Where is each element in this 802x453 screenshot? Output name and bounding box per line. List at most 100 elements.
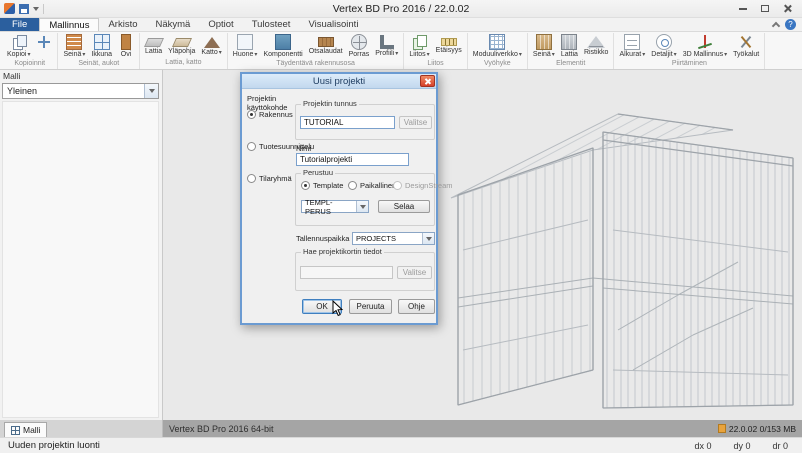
radio-designstream[interactable]: DesignStream	[393, 181, 453, 190]
collapse-ribbon-icon[interactable]	[772, 21, 780, 29]
ribbon-button-lattia[interactable]: Lattia	[144, 34, 163, 55]
model-type-combo[interactable]: Yleinen	[2, 83, 159, 99]
radio-template[interactable]: Template	[301, 181, 343, 190]
bottom-strip: Malli Vertex BD Pro 2016 64-bit 22.0.02 …	[0, 420, 802, 437]
ribbon-tab-bar: File Mallinnus Arkisto Näkymä Optiot Tul…	[0, 18, 802, 32]
ribbon-group-piirtaminen: Alkurat Detaljit 3D Mallinnus Työkalut P…	[614, 33, 765, 69]
ribbon-button-tyokalut[interactable]: Työkalut	[732, 34, 760, 58]
tab-mallinnus[interactable]: Mallinnus	[39, 18, 99, 31]
maximize-button[interactable]	[754, 2, 776, 16]
save-icon[interactable]	[19, 4, 29, 14]
dialog-title: Uusi projekti	[242, 74, 436, 89]
project-id-browse-button[interactable]: Valitse	[399, 116, 432, 129]
tools-icon	[738, 34, 754, 50]
radio-icon	[348, 181, 357, 190]
tab-visualisointi[interactable]: Visualisointi	[299, 18, 367, 31]
project-name-input[interactable]: Tutorialprojekti	[296, 153, 409, 166]
radio-icon	[393, 181, 402, 190]
3d-axis-icon	[697, 34, 713, 50]
help-button[interactable]: Ohje	[398, 299, 435, 314]
browse-template-button[interactable]: Selaa	[378, 200, 430, 213]
template-combo[interactable]: TEMPL-PERUS	[301, 200, 369, 213]
ribbon-button-seina[interactable]: Seinä	[62, 34, 86, 58]
title-bar: Vertex BD Pro 2016 / 22.0.02	[0, 0, 802, 18]
ribbon-button-otsalaudat[interactable]: Otsalaudat	[308, 34, 344, 55]
template-combo-value: TEMPL-PERUS	[305, 198, 356, 216]
ribbon-group-label: Vyöhyke	[472, 58, 523, 70]
combo-arrow-button[interactable]	[356, 201, 368, 212]
minimize-button[interactable]	[732, 2, 754, 16]
ribbon-button-huone[interactable]: Huone	[232, 34, 259, 58]
tab-nakyma[interactable]: Näkymä	[147, 18, 200, 31]
radio-label: Rakennus	[259, 110, 293, 119]
help-icon[interactable]: ?	[785, 19, 796, 30]
group-label: Projektin tunnus	[301, 100, 359, 108]
group-label: Perustuu	[301, 169, 335, 177]
component-icon	[275, 34, 291, 50]
save-location-label: Tallennuspaikka	[296, 235, 349, 244]
chevron-down-icon[interactable]	[33, 7, 39, 11]
ribbon-button-kopioi[interactable]: Kopioi	[6, 34, 31, 58]
dialog-close-button[interactable]	[420, 75, 435, 87]
ribbon-button-ovi[interactable]: Ovi	[117, 34, 135, 58]
copy-icon	[11, 34, 27, 50]
ribbon-button-move[interactable]	[35, 34, 53, 51]
close-button[interactable]	[776, 2, 798, 16]
ribbon-group-lattia-katto: Lattia Yläpohja Katto Lattia, katto	[140, 33, 228, 69]
ribbon-button-liitos[interactable]: Liitos	[408, 34, 430, 58]
project-card-browse-button[interactable]: Valitse	[397, 266, 432, 279]
tab-optiot[interactable]: Optiot	[199, 18, 242, 31]
ribbon-button-detaljit[interactable]: Detaljit	[650, 34, 677, 58]
radio-icon	[247, 174, 256, 183]
ribbon-button-katto[interactable]: Katto	[200, 34, 222, 56]
ribbon-button-alkurat[interactable]: Alkurat	[618, 34, 646, 58]
radio-tilaryhma[interactable]: Tilaryhmä	[247, 174, 292, 183]
ribbon-button-elementti-lattia[interactable]: Lattia	[560, 34, 579, 58]
module-grid-icon	[489, 34, 505, 50]
ribbon-group-taydentava-rakennusosa: Huone Komponentti Otsalaudat Porras Prof…	[228, 33, 405, 69]
tab-tulosteet[interactable]: Tulosteet	[243, 18, 300, 31]
ribbon-group-label: Kopioinnit	[6, 58, 53, 70]
combo-arrow-button[interactable]	[144, 84, 158, 98]
fascia-icon	[318, 37, 334, 47]
model-tree-panel[interactable]	[2, 101, 159, 418]
model-type-value: Yleinen	[7, 86, 37, 96]
sidebar-tab-bar: Malli	[0, 420, 163, 437]
ribbon-button-profiili[interactable]: Profiili	[374, 34, 399, 57]
tab-arkisto[interactable]: Arkisto	[99, 18, 146, 31]
chevron-down-icon	[426, 237, 432, 241]
ribbon-button-porras[interactable]: Porras	[348, 34, 371, 58]
chevron-down-icon	[360, 205, 366, 209]
cancel-button[interactable]: Peruuta	[349, 299, 392, 314]
dr-value: dr 0	[772, 441, 788, 451]
ribbon-button-komponentti[interactable]: Komponentti	[262, 34, 303, 58]
model-tab[interactable]: Malli	[4, 422, 47, 437]
memory-indicator: 22.0.02 0/153 MB	[718, 424, 796, 434]
ribbon-button-3d-mallinnus[interactable]: 3D Mallinnus	[682, 34, 728, 58]
canvas-status-strip: Vertex BD Pro 2016 64-bit 22.0.02 0/153 …	[163, 420, 802, 437]
radio-paikallinen[interactable]: Paikallinen	[348, 181, 396, 190]
ribbon-button-ristikko[interactable]: Ristikko	[583, 34, 610, 56]
wall-panel-icon	[536, 34, 552, 50]
ribbon-button-elementti-seina[interactable]: Seinä	[532, 34, 556, 58]
window-controls	[732, 2, 798, 16]
radio-rakennus[interactable]: Rakennus	[247, 110, 293, 119]
save-location-combo[interactable]: PROJECTS	[352, 232, 435, 245]
ribbon-button-etaisyys[interactable]: Etäisyys	[435, 34, 463, 54]
app-logo-icon[interactable]	[4, 3, 15, 14]
ruler-icon	[441, 38, 457, 46]
project-id-input[interactable]: TUTORIAL	[300, 116, 395, 129]
ribbon-group-label: Piirtäminen	[618, 58, 760, 70]
tab-file[interactable]: File	[0, 18, 39, 31]
joint-icon	[411, 34, 427, 50]
memory-chip-icon	[718, 424, 726, 433]
combo-arrow-button[interactable]	[422, 233, 434, 244]
sidebar-header: Malli	[0, 70, 162, 82]
ribbon-group-elementit: Seinä Lattia Ristikko Elementit	[528, 33, 615, 69]
ribbon-button-moduuliverkko[interactable]: Moduuliverkko	[472, 34, 523, 58]
ribbon-button-ikkuna[interactable]: Ikkuna	[90, 34, 113, 58]
radio-label: Tilaryhmä	[259, 174, 292, 183]
ribbon-button-ylapohja[interactable]: Yläpohja	[167, 34, 196, 55]
model-tab-label: Malli	[23, 425, 40, 435]
project-card-input[interactable]	[300, 266, 393, 279]
